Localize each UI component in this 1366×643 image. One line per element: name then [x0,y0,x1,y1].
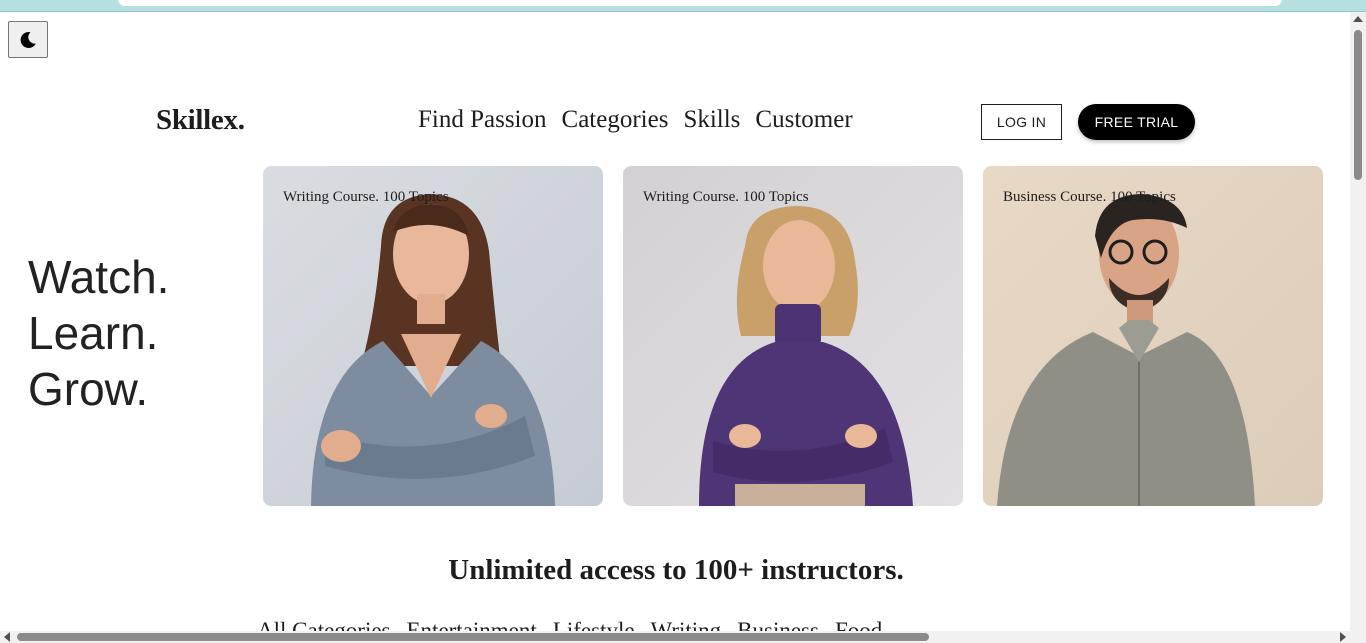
vertical-scrollbar[interactable] [1350,12,1366,631]
horizontal-scrollbar[interactable] [0,631,1350,643]
nav-item-categories[interactable]: Categories [562,106,669,134]
vertical-scroll-thumb[interactable] [1354,30,1362,180]
site-logo[interactable]: Skillex. [156,104,245,137]
free-trial-button[interactable]: FREE TRIAL [1078,104,1195,140]
woman-purple-sweater-photo [623,166,963,506]
browser-top-strip [0,0,1366,12]
scroll-left-arrow-icon[interactable] [4,632,10,642]
course-card-writing-1[interactable]: Writing Course. 100 Topics [263,166,603,506]
course-card-business[interactable]: Business Course. 100 Topics [983,166,1323,506]
course-card-label: Writing Course. 100 Topics [283,189,449,205]
course-card-writing-2[interactable]: Writing Course. 100 Topics [623,166,963,506]
theme-toggle-button[interactable] [8,21,48,58]
scroll-right-arrow-icon[interactable] [1340,632,1346,642]
hero-line-grow: Grow. [28,363,149,415]
scrollbar-corner [1350,631,1366,643]
hero-line-learn: Learn. [28,307,159,359]
horizontal-scroll-thumb[interactable] [17,633,929,641]
address-bar[interactable] [118,0,1282,6]
course-card-label: Business Course. 100 Topics [1003,189,1176,205]
woman-grey-sweater-photo [263,166,603,506]
nav-item-skills[interactable]: Skills [683,106,740,134]
nav-item-customer[interactable]: Customer [755,106,852,134]
nav-item-find-passion[interactable]: Find Passion [418,106,547,134]
course-card-label: Writing Course. 100 Topics [643,189,809,205]
man-glasses-photo [983,166,1323,506]
main-nav: Find Passion Categories Skills Customer [418,106,853,134]
moon-icon [20,31,36,48]
hero-line-watch: Watch. [28,251,170,303]
hero-tagline: Watch. Learn. Grow. [28,249,169,417]
login-button[interactable]: LOG IN [981,104,1062,140]
scroll-up-arrow-icon[interactable] [1353,16,1363,22]
section-headline: Unlimited access to 100+ instructors. [448,554,904,586]
